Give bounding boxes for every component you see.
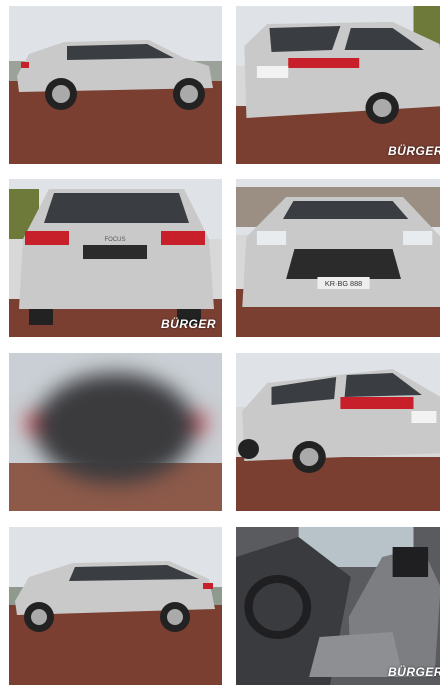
blurred-image — [9, 353, 222, 511]
car-side-image-2 — [9, 527, 222, 685]
photo-rear-three-quarter[interactable]: BÜRGER — [236, 6, 440, 164]
car-interior-image — [236, 527, 440, 685]
watermark-logo: BÜRGER — [388, 665, 440, 679]
photo-side-view-2[interactable] — [9, 527, 222, 685]
photo-gallery: BÜRGER FOCUS BÜRGER — [0, 0, 440, 683]
photo-rear-three-quarter-2[interactable] — [236, 353, 440, 511]
photo-interior[interactable]: BÜRGER — [236, 527, 440, 685]
photo-side-view[interactable] — [9, 6, 222, 164]
photo-blurred[interactable] — [9, 353, 222, 511]
car-side-image — [9, 6, 222, 164]
car-front-image: KR·BG 888 — [236, 179, 440, 337]
license-plate: KR·BG 888 — [325, 280, 362, 288]
watermark-logo: BÜRGER — [388, 144, 440, 158]
photo-rear-view[interactable]: FOCUS BÜRGER — [9, 179, 222, 337]
car-rear-quarter-image — [236, 6, 440, 164]
car-badge: FOCUS — [105, 237, 126, 243]
photo-front-view[interactable]: KR·BG 888 — [236, 179, 440, 337]
car-rear-image: FOCUS — [9, 179, 222, 337]
watermark-logo: BÜRGER — [161, 317, 216, 331]
car-rear-quarter-image-2 — [236, 353, 440, 511]
